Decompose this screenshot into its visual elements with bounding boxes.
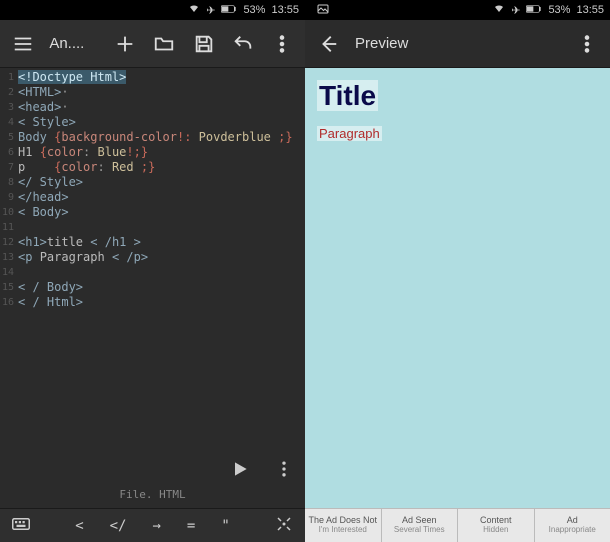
ad-feedback-option[interactable]: The Ad Does NotI'm Interested bbox=[305, 509, 382, 542]
symbol-key[interactable]: " bbox=[215, 516, 235, 536]
editor-toolbar: An.... bbox=[0, 20, 305, 68]
code-content[interactable]: p {color: Red ;} bbox=[18, 160, 155, 175]
code-content[interactable]: <HTML>· bbox=[18, 85, 69, 100]
code-content[interactable]: < / Html> bbox=[18, 295, 83, 310]
symbol-key[interactable]: </ bbox=[104, 516, 133, 536]
clock: 13:55 bbox=[576, 4, 604, 16]
symbol-bar: < </ → = " bbox=[0, 508, 305, 542]
editor-pane: ✈ 53% 13:55 An.... 1<!Doctype Html>2<HTM… bbox=[0, 0, 305, 542]
preview-pane: ✈ 53% 13:55 Preview Title Paragraph The … bbox=[305, 0, 610, 542]
preview-title-label: Preview bbox=[355, 35, 408, 52]
status-bar-left: ✈ 53% 13:55 bbox=[0, 0, 305, 20]
line-number: 11 bbox=[0, 220, 18, 235]
line-number: 3 bbox=[0, 100, 18, 115]
ad-feedback-bar: The Ad Does NotI'm InterestedAd SeenSeve… bbox=[305, 508, 610, 542]
battery-icon bbox=[221, 4, 237, 17]
file-label: File. HTML bbox=[119, 487, 185, 502]
code-line[interactable]: 15< / Body> bbox=[0, 280, 305, 295]
preview-paragraph: Paragraph bbox=[317, 126, 382, 141]
menu-icon[interactable] bbox=[10, 31, 35, 57]
line-number: 14 bbox=[0, 265, 18, 280]
code-content[interactable]: < Style> bbox=[18, 115, 76, 130]
ad-feedback-line2: Hidden bbox=[483, 526, 508, 535]
code-line[interactable]: 13<p Paragraph < /p> bbox=[0, 250, 305, 265]
symbol-key[interactable]: = bbox=[181, 516, 201, 536]
code-content[interactable]: < Body> bbox=[18, 205, 69, 220]
code-line[interactable]: 14 bbox=[0, 265, 305, 280]
status-bar-right: ✈ 53% 13:55 bbox=[305, 0, 610, 20]
line-number: 7 bbox=[0, 160, 18, 175]
airplane-icon: ✈ bbox=[206, 4, 215, 17]
line-number: 10 bbox=[0, 205, 18, 220]
code-content[interactable]: <!Doctype Html> bbox=[18, 70, 126, 85]
code-content[interactable]: < / Body> bbox=[18, 280, 83, 295]
line-number: 5 bbox=[0, 130, 18, 145]
line-number: 9 bbox=[0, 190, 18, 205]
open-folder-icon[interactable] bbox=[152, 31, 177, 57]
battery-percent: 53% bbox=[243, 4, 265, 16]
code-line[interactable]: 11 bbox=[0, 220, 305, 235]
keyboard-icon[interactable] bbox=[6, 513, 36, 539]
line-number: 13 bbox=[0, 250, 18, 265]
code-content[interactable]: <head>· bbox=[18, 100, 69, 115]
code-content[interactable]: </ Style> bbox=[18, 175, 83, 190]
play-icon[interactable] bbox=[227, 456, 253, 482]
code-line[interactable]: 16< / Html> bbox=[0, 295, 305, 310]
back-icon[interactable] bbox=[315, 31, 341, 57]
wifi-icon bbox=[493, 3, 505, 18]
preview-overflow-icon[interactable] bbox=[574, 31, 600, 57]
airplane-icon: ✈ bbox=[511, 4, 520, 17]
code-line[interactable]: 4< Style> bbox=[0, 115, 305, 130]
ad-feedback-line2: Several Times bbox=[394, 526, 445, 535]
new-file-icon[interactable] bbox=[112, 31, 137, 57]
code-line[interactable]: 6H1 {color: Blue!;} bbox=[0, 145, 305, 160]
line-number: 16 bbox=[0, 295, 18, 310]
preview-h1: Title bbox=[317, 80, 378, 111]
battery-icon bbox=[526, 4, 542, 17]
line-number: 15 bbox=[0, 280, 18, 295]
ad-feedback-option[interactable]: Ad SeenSeveral Times bbox=[382, 509, 459, 542]
code-line[interactable]: 7p {color: Red ;} bbox=[0, 160, 305, 175]
ad-feedback-line2: I'm Interested bbox=[319, 526, 367, 535]
code-editor[interactable]: 1<!Doctype Html>2<HTML>·3<head>·4< Style… bbox=[0, 68, 305, 508]
ad-feedback-option[interactable]: ContentHidden bbox=[458, 509, 535, 542]
overflow-run-icon[interactable] bbox=[271, 456, 297, 482]
code-lines: 1<!Doctype Html>2<HTML>·3<head>·4< Style… bbox=[0, 68, 305, 312]
code-line[interactable]: 9</head> bbox=[0, 190, 305, 205]
line-number: 2 bbox=[0, 85, 18, 100]
code-content[interactable]: </head> bbox=[18, 190, 69, 205]
undo-icon[interactable] bbox=[230, 31, 255, 57]
code-line[interactable]: 5Body {background-color!: Povderblue ;} bbox=[0, 130, 305, 145]
editor-run-controls bbox=[227, 456, 297, 482]
overflow-menu-icon[interactable] bbox=[270, 31, 295, 57]
battery-percent: 53% bbox=[548, 4, 570, 16]
code-content[interactable]: <p Paragraph < /p> bbox=[18, 250, 148, 265]
wifi-icon bbox=[188, 3, 200, 18]
line-number: 1 bbox=[0, 70, 18, 85]
code-content[interactable]: Body {background-color!: Povderblue ;} bbox=[18, 130, 293, 145]
ad-feedback-option[interactable]: AdInappropriate bbox=[535, 509, 610, 542]
picture-icon bbox=[317, 3, 329, 18]
line-number: 8 bbox=[0, 175, 18, 190]
symbol-key[interactable]: → bbox=[146, 516, 166, 536]
code-content[interactable]: H1 {color: Blue!;} bbox=[18, 145, 148, 160]
ad-feedback-line2: Inappropriate bbox=[549, 526, 596, 535]
code-line[interactable]: 2<HTML>· bbox=[0, 85, 305, 100]
code-content[interactable]: <h1>title < /h1 > bbox=[18, 235, 141, 250]
code-line[interactable]: 3<head>· bbox=[0, 100, 305, 115]
line-number: 6 bbox=[0, 145, 18, 160]
line-number: 4 bbox=[0, 115, 18, 130]
line-number: 12 bbox=[0, 235, 18, 250]
code-line[interactable]: 8</ Style> bbox=[0, 175, 305, 190]
expand-icon[interactable] bbox=[269, 513, 299, 539]
preview-viewport[interactable]: Title Paragraph bbox=[305, 68, 610, 508]
clock: 13:55 bbox=[271, 4, 299, 16]
save-icon[interactable] bbox=[191, 31, 216, 57]
symbol-key[interactable]: < bbox=[69, 516, 89, 536]
code-line[interactable]: 12<h1>title < /h1 > bbox=[0, 235, 305, 250]
preview-toolbar: Preview bbox=[305, 20, 610, 68]
code-line[interactable]: 10< Body> bbox=[0, 205, 305, 220]
app-title: An.... bbox=[49, 35, 84, 52]
code-line[interactable]: 1<!Doctype Html> bbox=[0, 70, 305, 85]
